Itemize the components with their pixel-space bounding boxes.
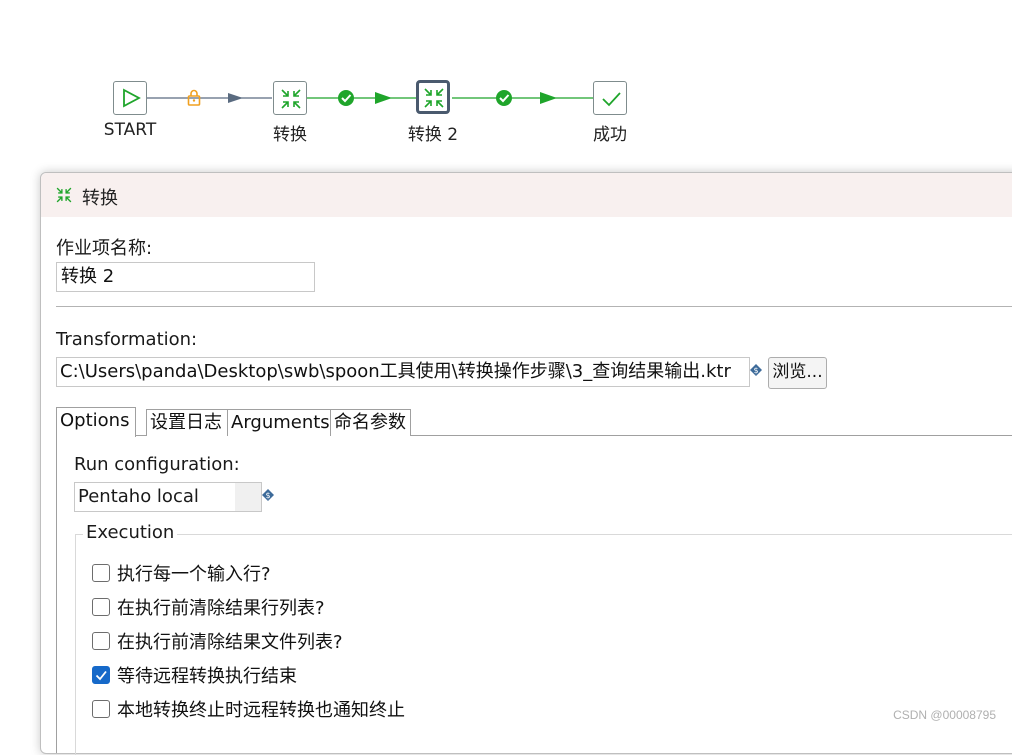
dialog-titlebar[interactable]: 转换 [41,173,1012,217]
section-divider [56,306,1012,307]
checkbox-label: 本地转换终止时远程转换也通知终止 [117,700,405,721]
watermark: CSDN @00008795 [893,708,996,722]
checkbox-wait-remote-finish[interactable] [92,666,110,684]
tab-arguments[interactable]: Arguments [227,409,331,436]
checkbox-row[interactable]: 在执行前清除结果文件列表? [92,630,343,653]
tab-options[interactable]: Options [56,407,136,437]
workflow-node-label: 转换 [273,125,307,145]
transformation-icon [424,88,444,108]
transformation-label: Transformation: [56,329,198,350]
workflow-hops [147,89,594,106]
checkbox-row[interactable]: 在执行前清除结果行列表? [92,596,325,619]
run-configuration-select[interactable]: Pentaho local [74,482,262,512]
browse-button[interactable]: 浏览... [768,357,827,389]
tab-strip: Options 设置日志 Arguments 命名参数 [56,407,1012,437]
variable-icon[interactable]: $ [261,488,275,502]
checkbox-clear-result-rows[interactable] [92,598,110,616]
entry-name-input[interactable]: 转换 2 [56,262,315,292]
success-hop-icon[interactable] [496,90,512,106]
hop-arrow-icon [540,92,557,104]
checkbox-row[interactable]: 本地转换终止时远程转换也通知终止 [92,698,405,721]
execution-group-title: Execution [83,522,178,543]
workflow-node-start[interactable] [113,81,147,115]
workflow-node-label: 成功 [593,125,627,145]
svg-text:$: $ [753,366,758,375]
hop-arrow-icon [375,92,392,104]
checkbox-execute-every-row[interactable] [92,564,110,582]
run-configuration-label: Run configuration: [74,454,240,475]
checkbox-row[interactable]: 等待远程转换执行结束 [92,664,297,687]
transformation-icon [56,187,72,203]
transformation-entry-dialog: 转换 作业项名称: 转换 2 Transformation: C:\Users\… [40,172,1012,755]
checkmark-icon [602,92,621,107]
hop-arrow-icon [228,93,243,103]
workflow-node-label: 转换 2 [407,125,459,145]
transformation-path-input[interactable]: C:\Users\panda\Desktop\swb\spoon工具使用\转换操… [56,357,750,387]
dropdown-arrow-zone[interactable] [235,483,261,511]
play-icon [123,88,141,108]
workflow-node-transform1[interactable] [273,81,307,115]
workflow-node-success[interactable] [593,81,627,115]
workflow-canvas[interactable]: START 转换 转换 2 成功 [0,0,1012,170]
variable-icon[interactable]: $ [749,363,763,377]
run-configuration-value: Pentaho local [78,486,199,507]
tab-named-parameters[interactable]: 命名参数 [330,409,411,436]
checkmark-icon [95,670,107,681]
workflow-node-transform2[interactable] [416,80,450,114]
checkbox-row[interactable]: 执行每一个输入行? [92,562,271,585]
transformation-icon [281,89,301,109]
checkbox-notify-remote-stop[interactable] [92,700,110,718]
tab-logging[interactable]: 设置日志 [146,409,228,436]
entry-name-label: 作业项名称: [56,238,153,259]
checkbox-label: 等待远程转换执行结束 [117,666,297,687]
dialog-title: 转换 [82,188,118,209]
success-hop-icon[interactable] [338,90,354,106]
checkbox-label: 在执行前清除结果文件列表? [117,632,343,653]
checkbox-label: 执行每一个输入行? [117,564,271,585]
svg-text:$: $ [265,491,270,500]
workflow-node-label: START [103,120,157,140]
checkbox-clear-result-files[interactable] [92,632,110,650]
checkbox-label: 在执行前清除结果行列表? [117,598,325,619]
